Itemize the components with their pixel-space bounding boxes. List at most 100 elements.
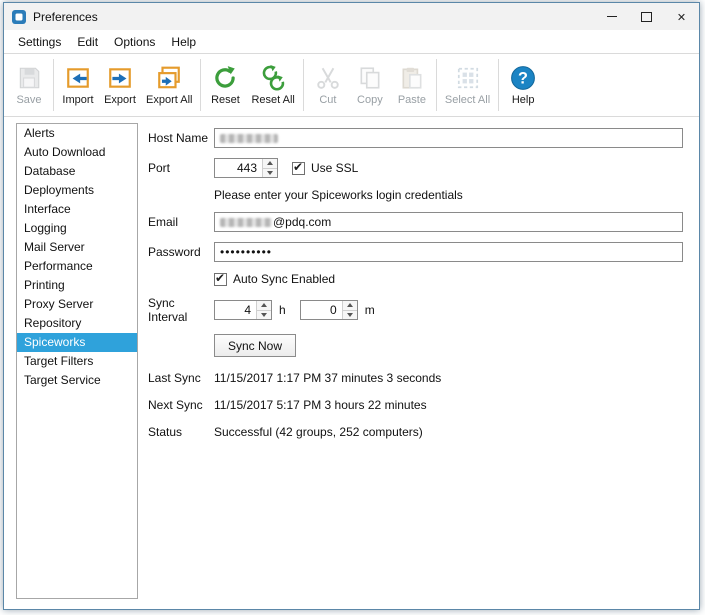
maximize-button[interactable] [629,3,664,30]
export-all-icon [156,65,182,91]
toolbar-separator [200,59,201,111]
sync-now-button[interactable]: Sync Now [214,334,296,357]
close-icon [677,8,686,26]
select-all-button[interactable]: Select All [440,56,495,114]
reset-all-icon [260,65,286,91]
sync-interval-label: Sync Interval [148,296,214,324]
cut-icon [315,65,341,91]
password-label: Password [148,245,214,259]
help-icon: ? [510,65,536,91]
credentials-note: Please enter your Spiceworks login crede… [214,188,683,202]
toolbar-separator [53,59,54,111]
toolbar-separator [498,59,499,111]
last-sync-label: Last Sync [148,371,214,385]
port-label: Port [148,161,214,175]
minutes-spin-down[interactable] [343,310,357,320]
sidebar-item[interactable]: Logging [17,219,137,238]
hours-spin-up[interactable] [257,301,271,310]
minutes-spin-up[interactable] [343,301,357,310]
copy-label: Copy [357,94,383,106]
export-button[interactable]: Export [99,56,141,114]
port-spin-up[interactable] [263,159,277,168]
paste-button[interactable]: Paste [391,56,433,114]
paste-icon [399,65,425,91]
cut-label: Cut [319,94,336,106]
sync-hours-value: 4 [215,301,256,319]
use-ssl-checkbox[interactable] [292,162,305,175]
sidebar-item[interactable]: Printing [17,276,137,295]
host-name-input[interactable] [214,128,683,148]
content-area: Alerts Auto Download Database Deployment… [4,117,699,609]
menu-item-options[interactable]: Options [106,32,163,52]
sidebar-item[interactable]: Repository [17,314,137,333]
password-dots: •••••••••• [220,245,272,259]
reset-button[interactable]: Reset [204,56,246,114]
minutes-unit-label: m [365,303,375,317]
toolbar-separator [303,59,304,111]
menu-item-settings[interactable]: Settings [10,32,69,52]
window-title: Preferences [33,10,98,24]
menu-item-help[interactable]: Help [163,32,204,52]
settings-category-list: Alerts Auto Download Database Deployment… [16,123,138,599]
email-input[interactable]: @pdq.com [214,212,683,232]
save-button[interactable]: Save [8,56,50,114]
export-label: Export [104,94,136,106]
minimize-icon [607,16,617,17]
sidebar-item[interactable]: Performance [17,257,137,276]
copy-button[interactable]: Copy [349,56,391,114]
sidebar-item[interactable]: Proxy Server [17,295,137,314]
hours-unit-label: h [279,303,286,317]
import-icon [65,65,91,91]
password-input[interactable]: •••••••••• [214,242,683,262]
port-spinner[interactable]: 443 [214,158,278,178]
sidebar-item[interactable]: Database [17,162,137,181]
port-spin-down[interactable] [263,168,277,178]
spiceworks-settings-panel: Host Name Port 443 Use SSL [138,123,685,599]
next-sync-value: 11/15/2017 5:17 PM 3 hours 22 minutes [214,398,427,412]
import-label: Import [62,94,93,106]
sync-minutes-spinner[interactable]: 0 [300,300,358,320]
redacted-text [220,218,272,227]
hours-spin-down[interactable] [257,310,271,320]
reset-icon [212,65,238,91]
redacted-text [220,134,278,143]
copy-icon [357,65,383,91]
svg-text:?: ? [518,69,528,87]
toolbar: Save Import Export Export All [4,53,699,117]
help-button[interactable]: ? Help [502,56,544,114]
host-name-label: Host Name [148,131,214,145]
reset-label: Reset [211,94,240,106]
export-all-button[interactable]: Export All [141,56,197,114]
sidebar-item[interactable]: Spiceworks [17,333,137,352]
sync-hours-spinner[interactable]: 4 [214,300,272,320]
title-bar: Preferences [4,3,699,30]
menu-bar: Settings Edit Options Help [4,30,699,53]
use-ssl-label: Use SSL [311,161,358,175]
sidebar-item[interactable]: Alerts [17,124,137,143]
export-all-label: Export All [146,94,192,106]
close-button[interactable] [664,3,699,30]
sidebar-item[interactable]: Target Filters [17,352,137,371]
sidebar-item[interactable]: Mail Server [17,238,137,257]
export-icon [107,65,133,91]
next-sync-label: Next Sync [148,398,214,412]
auto-sync-checkbox[interactable] [214,273,227,286]
minimize-button[interactable] [594,3,629,30]
reset-all-button[interactable]: Reset All [246,56,299,114]
sync-minutes-value: 0 [301,301,342,319]
maximize-icon [641,12,652,22]
email-label: Email [148,215,214,229]
reset-all-label: Reset All [251,94,294,106]
sidebar-item[interactable]: Target Service [17,371,137,390]
sidebar-item[interactable]: Interface [17,200,137,219]
help-label: Help [512,94,535,106]
menu-item-edit[interactable]: Edit [69,32,106,52]
select-all-icon [455,65,481,91]
sidebar-item[interactable]: Auto Download [17,143,137,162]
port-value: 443 [215,159,262,177]
paste-label: Paste [398,94,426,106]
app-icon [11,9,27,25]
cut-button[interactable]: Cut [307,56,349,114]
import-button[interactable]: Import [57,56,99,114]
sidebar-item[interactable]: Deployments [17,181,137,200]
